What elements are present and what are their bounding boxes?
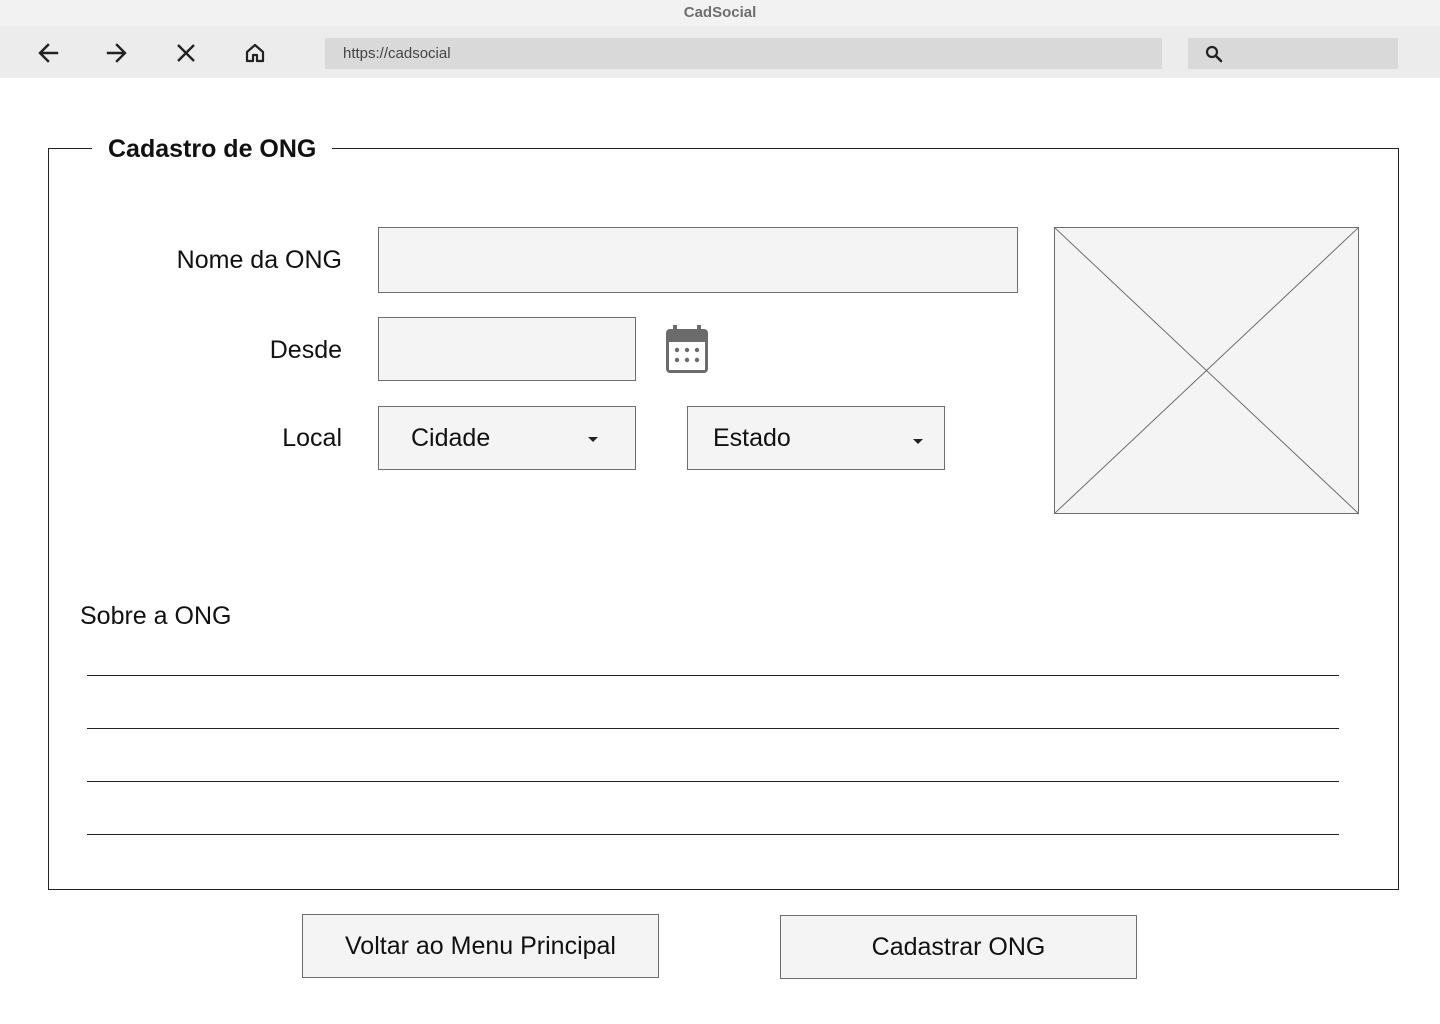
state-select[interactable]: Estado [687, 406, 945, 470]
back-button[interactable] [31, 36, 65, 70]
forward-button[interactable] [100, 36, 134, 70]
name-input[interactable] [378, 227, 1018, 293]
location-label: Local [282, 424, 342, 452]
about-line [87, 675, 1339, 676]
image-placeholder-icon [1054, 227, 1359, 514]
browser-toolbar: https://cadsocial [0, 26, 1440, 78]
register-ong-button[interactable]: Cadastrar ONG [780, 915, 1137, 979]
back-to-menu-button[interactable]: Voltar ao Menu Principal [302, 914, 659, 978]
form-title: Cadastro de ONG [92, 134, 333, 164]
logo-image-placeholder[interactable] [1054, 227, 1359, 514]
chevron-down-icon [913, 439, 923, 444]
url-bar[interactable]: https://cadsocial [325, 38, 1162, 69]
about-line [87, 834, 1339, 835]
browser-search-input[interactable] [1188, 38, 1398, 69]
since-label: Desde [269, 336, 342, 364]
window-title: CadSocial [0, 0, 1440, 26]
stop-button[interactable] [169, 36, 203, 70]
city-select-value: Cidade [411, 424, 491, 452]
name-label: Nome da ONG [176, 246, 342, 274]
home-button[interactable] [238, 36, 272, 70]
city-select[interactable]: Cidade [378, 406, 636, 470]
calendar-icon[interactable] [664, 325, 710, 375]
about-label: Sobre a ONG [80, 602, 232, 630]
search-icon [1205, 45, 1223, 63]
about-line [87, 781, 1339, 782]
about-line [87, 728, 1339, 729]
since-date-input[interactable] [378, 317, 636, 381]
back-arrow-icon [38, 43, 59, 63]
forward-arrow-icon [106, 43, 127, 63]
about-textarea[interactable] [87, 640, 1339, 840]
close-icon [177, 44, 195, 62]
home-icon [245, 43, 265, 63]
state-select-value: Estado [713, 424, 791, 452]
chevron-down-icon [588, 437, 598, 442]
